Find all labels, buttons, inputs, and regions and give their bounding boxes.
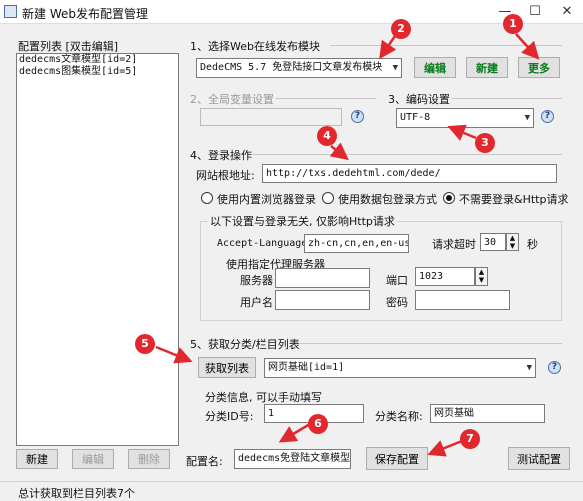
annotation-marker-6: 6: [308, 414, 328, 434]
radio-packet-login[interactable]: [322, 192, 334, 204]
annotation-marker-4: 4: [317, 126, 337, 146]
accept-language-input[interactable]: zh-cn,cn,en,en-us: [304, 234, 409, 253]
config-name-label: 配置名:: [186, 455, 223, 468]
status-bar: 总计获取到栏目列表7个: [0, 481, 583, 500]
radio-no-login[interactable]: [443, 192, 455, 204]
proxy-server-input[interactable]: [275, 268, 370, 288]
category-select-value: 网页基础[id=1]: [268, 362, 345, 373]
radio-builtin-browser[interactable]: [201, 192, 213, 204]
radio-packet-login-label: 使用数据包登录方式: [338, 193, 437, 206]
close-icon[interactable]: ✕: [552, 2, 582, 22]
window-title: 新建 Web发布配置管理: [22, 7, 148, 21]
section5-title: 5、获取分类/栏目列表: [190, 338, 300, 351]
section3-title: 3、编码设置: [388, 93, 450, 106]
encoding-select-value: UTF-8: [400, 112, 431, 123]
divider: [252, 154, 562, 155]
category-name-input[interactable]: 网页基础: [430, 404, 545, 423]
http-note: 以下设置与登录无关, 仅影响Http请求: [208, 213, 397, 229]
maximize-icon[interactable]: ☐: [520, 2, 550, 22]
proxy-port-input[interactable]: 1023: [415, 267, 475, 286]
proxy-password-input[interactable]: [415, 290, 510, 310]
radio-no-login-label: 不需要登录&Http请求: [459, 193, 569, 206]
edit-config-button[interactable]: 编辑: [72, 449, 114, 469]
accept-language-label: Accept-Language: [217, 238, 308, 249]
new-config-button[interactable]: 新建: [16, 449, 58, 469]
timeout-spinner[interactable]: ▲ ▼: [506, 233, 519, 251]
radio-builtin-browser-label: 使用内置浏览器登录: [217, 193, 316, 206]
category-name-label: 分类名称:: [375, 410, 423, 423]
module-select[interactable]: DedeCMS 5.7 免登陆接口文章发布模块 ▼: [196, 58, 402, 78]
annotation-arrow-6: [278, 422, 311, 443]
annotation-arrow-7: [427, 439, 463, 457]
section1-title: 1、选择Web在线发布模块: [190, 40, 320, 53]
config-list[interactable]: dedecms文章模型[id=2] dedecms图集模型[id=5]: [16, 53, 179, 446]
annotation-marker-1: 1: [503, 14, 523, 34]
category-select[interactable]: 网页基础[id=1] ▼: [264, 358, 536, 378]
annotation-arrow-3: [447, 124, 477, 141]
root-url-label: 网站根地址:: [196, 169, 255, 182]
title-bar: 新建 Web发布配置管理 — ☐ ✕: [0, 0, 583, 24]
timeout-input[interactable]: 30: [480, 233, 506, 251]
divider: [276, 98, 376, 99]
test-config-button[interactable]: 测试配置: [508, 447, 570, 470]
help-icon[interactable]: ?: [541, 110, 554, 123]
divider: [300, 343, 562, 344]
proxy-password-label: 密码: [386, 296, 408, 309]
status-text: 总计获取到栏目列表7个: [18, 487, 135, 500]
global-variable-select[interactable]: [200, 108, 342, 126]
app-icon: [4, 5, 17, 18]
config-name-input[interactable]: dedecms免登陆文章模型: [234, 449, 351, 469]
proxy-server-label: 服务器: [240, 274, 273, 287]
proxy-username-input[interactable]: [275, 290, 370, 310]
more-modules-button[interactable]: 更多: [518, 57, 560, 78]
config-list-title: 配置列表 [双击编辑]: [18, 40, 119, 53]
root-url-input[interactable]: http://txs.dedehtml.com/dede/: [262, 164, 557, 183]
module-select-value: DedeCMS 5.7 免登陆接口文章发布模块: [200, 62, 383, 73]
section4-title: 4、登录操作: [190, 149, 252, 162]
section2-title: 2、全局变量设置: [190, 93, 274, 106]
edit-module-button[interactable]: 编辑: [414, 57, 456, 78]
delete-config-button[interactable]: 删除: [128, 449, 170, 469]
divider: [330, 45, 562, 46]
help-icon[interactable]: ?: [548, 361, 561, 374]
save-config-button[interactable]: 保存配置: [366, 447, 428, 470]
annotation-marker-2: 2: [391, 19, 411, 39]
annotation-marker-5: 5: [135, 334, 155, 354]
timeout-unit: 秒: [527, 238, 538, 251]
encoding-select[interactable]: UTF-8 ▼: [396, 108, 534, 128]
divider: [452, 98, 562, 99]
annotation-marker-3: 3: [475, 133, 495, 153]
annotation-arrow-4: [329, 142, 349, 161]
fetch-list-button[interactable]: 获取列表: [198, 357, 256, 378]
new-module-button[interactable]: 新建: [466, 57, 508, 78]
proxy-port-label: 端口: [386, 274, 408, 287]
port-spinner[interactable]: ▲ ▼: [475, 267, 488, 286]
list-item[interactable]: dedecms文章模型[id=2]: [17, 54, 178, 66]
category-id-label: 分类ID号:: [205, 410, 254, 423]
chevron-down-icon: ▼: [392, 63, 398, 73]
category-info-note: 分类信息, 可以手动填写: [205, 391, 322, 404]
annotation-marker-7: 7: [460, 429, 480, 449]
list-item[interactable]: dedecms图集模型[id=5]: [17, 66, 178, 78]
chevron-down-icon: ▼: [526, 363, 532, 373]
timeout-label: 请求超时: [432, 238, 476, 251]
help-icon[interactable]: ?: [351, 110, 364, 123]
proxy-username-label: 用户名: [240, 296, 273, 309]
chevron-down-icon: ▼: [524, 113, 530, 123]
